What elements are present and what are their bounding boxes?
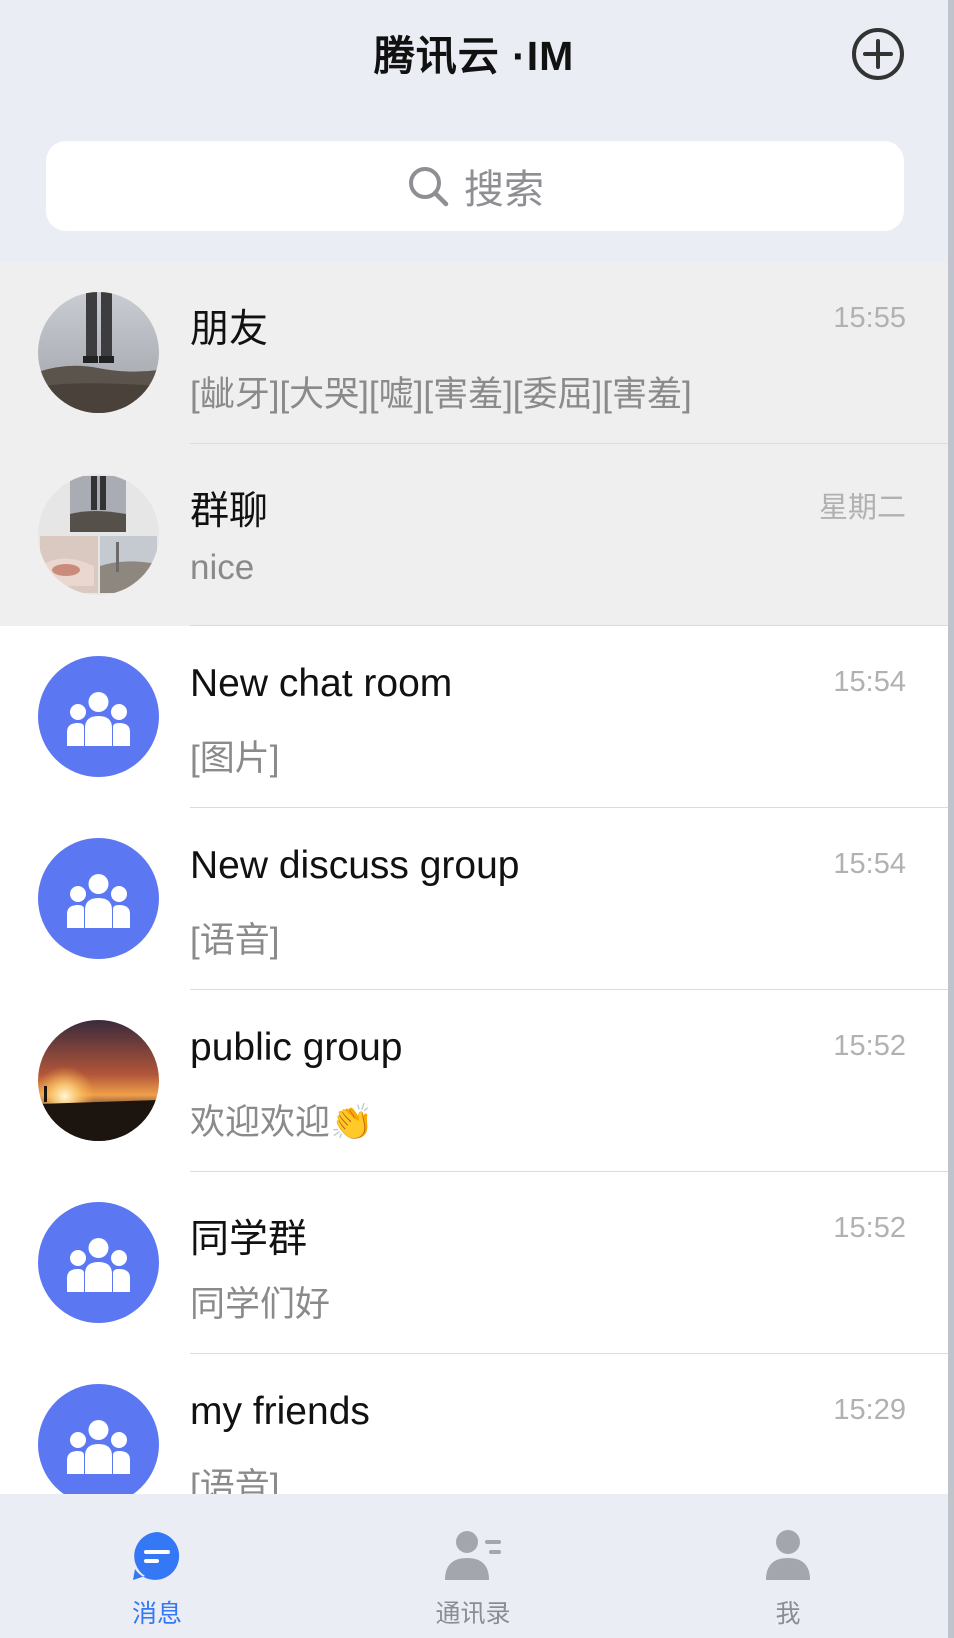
avatar <box>38 838 159 959</box>
group-icon <box>38 838 159 959</box>
message-icon <box>133 1532 180 1580</box>
conversation-name: New discuss group <box>190 844 520 887</box>
conversation-item[interactable]: 群聊 nice 星期二 <box>0 444 948 626</box>
avatar <box>38 656 159 777</box>
conversation-time: 15:29 <box>833 1394 906 1426</box>
plus-circle-icon <box>852 28 904 80</box>
tab-contacts[interactable]: 通讯录 <box>373 1494 573 1638</box>
window-edge <box>948 0 954 1638</box>
conversation-item[interactable]: New discuss group [语音] 15:54 <box>0 808 948 990</box>
tab-label: 我 <box>775 1600 801 1628</box>
avatar <box>38 292 159 413</box>
conversation-list[interactable]: 朋友 [龇牙][大哭][嘘][害羞][委屈][害羞] 15:55 群聊 nice… <box>0 262 948 1494</box>
group-collage-avatar <box>38 474 159 595</box>
conversation-preview: [语音] <box>190 1467 280 1494</box>
conversation-item[interactable]: New chat room [图片] 15:54 <box>0 626 948 808</box>
tab-label: 通讯录 <box>435 1600 511 1628</box>
conversation-item[interactable]: public group 欢迎欢迎👏 15:52 <box>0 990 948 1172</box>
conversation-name: 同学群 <box>190 1218 308 1261</box>
conversation-time: 15:52 <box>833 1212 906 1244</box>
app-window: 腾讯云 ·IM 搜索 朋友 [龇牙][大哭][嘘][害羞][委屈][害羞] 15… <box>0 0 948 1638</box>
tab-messages[interactable]: 消息 <box>57 1494 257 1638</box>
avatar <box>38 1202 159 1323</box>
conversation-preview: 同学们好 <box>190 1285 331 1324</box>
avatar <box>38 1384 159 1494</box>
sunset-avatar-photo <box>38 1020 159 1141</box>
search-placeholder: 搜索 <box>464 168 544 212</box>
group-icon <box>38 1202 159 1323</box>
tab-label: 消息 <box>131 1600 182 1628</box>
conversation-name: my friends <box>190 1390 370 1433</box>
conversation-time: 15:52 <box>833 1030 906 1062</box>
add-button[interactable] <box>851 27 905 81</box>
contacts-icon <box>445 1531 501 1580</box>
search-bar[interactable]: 搜索 <box>46 141 904 231</box>
group-icon <box>38 656 159 777</box>
conversation-item[interactable]: 朋友 [龇牙][大哭][嘘][害羞][委屈][害羞] 15:55 <box>0 262 948 444</box>
friend-avatar-photo <box>38 292 159 413</box>
tab-bar: 消息 通讯录 我 <box>0 1494 948 1638</box>
conversation-preview: [龇牙][大哭][嘘][害羞][委屈][害羞] <box>190 375 692 414</box>
search-icon <box>409 167 449 207</box>
conversation-time: 15:55 <box>833 302 906 334</box>
tab-me[interactable]: 我 <box>688 1494 888 1638</box>
conversation-preview: nice <box>190 548 255 587</box>
conversation-item[interactable]: my friends [语音] 15:29 <box>0 1354 948 1494</box>
header: 腾讯云 ·IM 搜索 <box>0 0 948 262</box>
conversation-preview: [语音] <box>190 921 280 960</box>
group-icon <box>38 1384 159 1494</box>
conversation-preview: 欢迎欢迎👏 <box>190 1103 374 1142</box>
conversation-name: 群聊 <box>190 490 269 533</box>
conversation-name: New chat room <box>190 662 453 705</box>
conversation-time: 星期二 <box>818 492 906 524</box>
profile-icon <box>766 1530 810 1580</box>
conversation-preview: [图片] <box>190 739 280 778</box>
conversation-name: public group <box>190 1026 403 1069</box>
conversation-item[interactable]: 同学群 同学们好 15:52 <box>0 1172 948 1354</box>
avatar <box>38 474 159 595</box>
conversation-time: 15:54 <box>833 666 906 698</box>
avatar <box>38 1020 159 1141</box>
app-title: 腾讯云 ·IM <box>373 33 575 79</box>
conversation-name: 朋友 <box>190 308 269 351</box>
conversation-time: 15:54 <box>833 848 906 880</box>
